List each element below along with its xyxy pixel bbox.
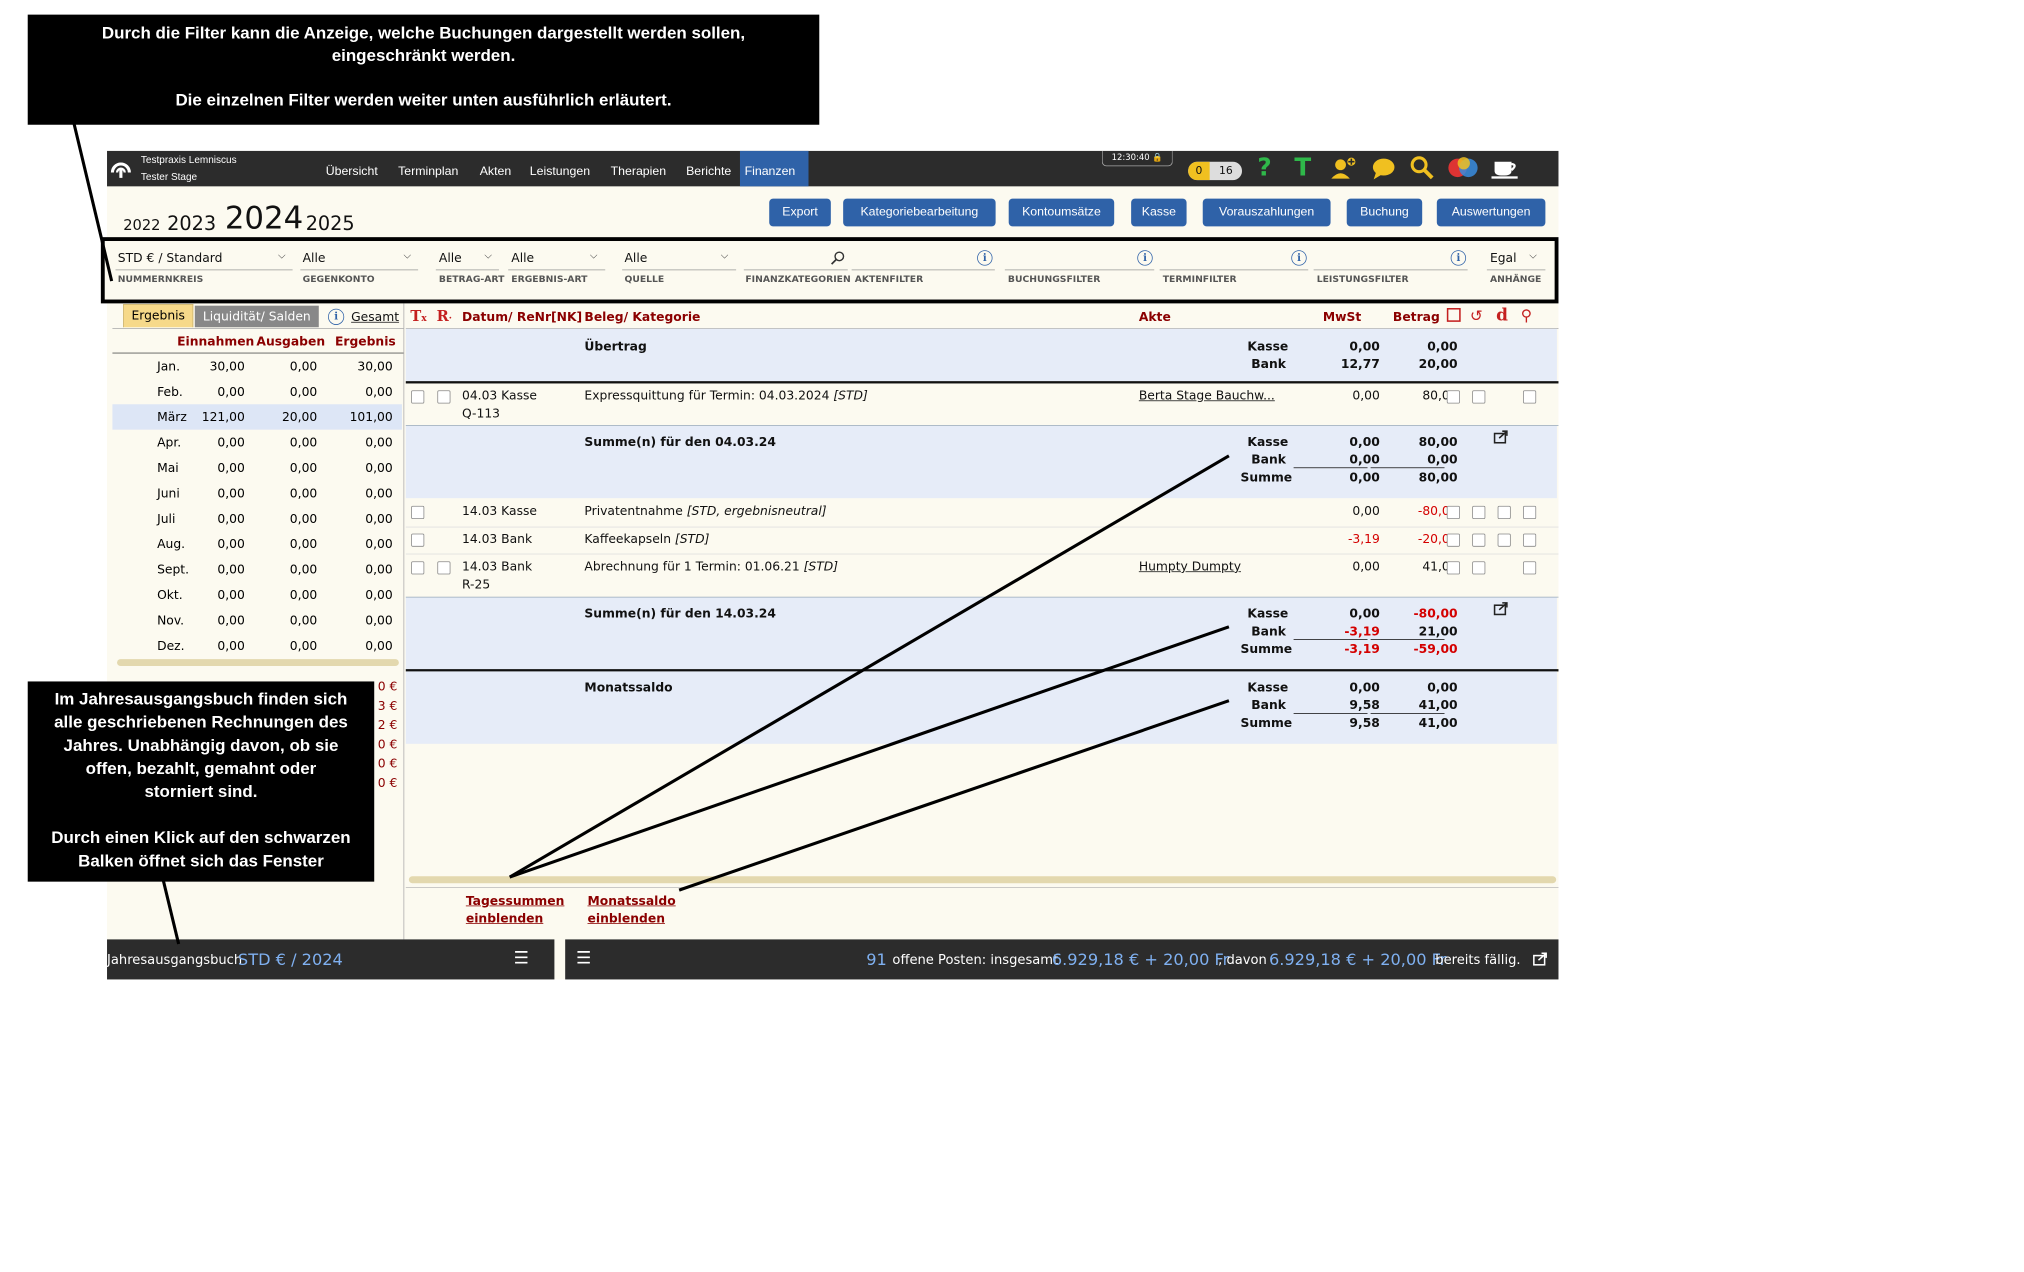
annotation-line: offen, bezahlt, gemahnt oder — [85, 758, 317, 778]
annotation-line: Die einzelnen Filter werden weiter unten… — [175, 90, 672, 110]
annotation-line: storniert sind. — [144, 781, 258, 801]
pointer-line-bottom — [161, 879, 181, 945]
annotation-line: Durch die Filter kann die Anzeige, welch… — [101, 23, 746, 43]
annotation-line: Im Jahresausgangsbuch finden sich — [54, 689, 348, 709]
annotation-jahresausgangsbuch: Im Jahresausgangsbuch finden sich alle g… — [27, 681, 375, 882]
annotation-line: eingeschränkt werden. — [331, 45, 516, 65]
pointer-line-tages-1 — [508, 454, 1230, 879]
annotation-line: Balken öffnet sich das Fenster — [78, 850, 324, 871]
annotation-line: alle geschriebenen Rechnungen des — [54, 712, 348, 732]
annotation-line: Jahres. Unabhängig davon, ob sie — [63, 735, 339, 755]
annotation-line: Durch einen Klick auf den schwarzen — [51, 827, 351, 847]
annotation-filters: Durch die Filter kann die Anzeige, welch… — [27, 14, 820, 125]
pointer-line-tages-2 — [509, 625, 1230, 879]
screen: Durch die Filter kann die Anzeige, welch… — [0, 0, 1559, 980]
pointer-line-top — [72, 122, 114, 282]
